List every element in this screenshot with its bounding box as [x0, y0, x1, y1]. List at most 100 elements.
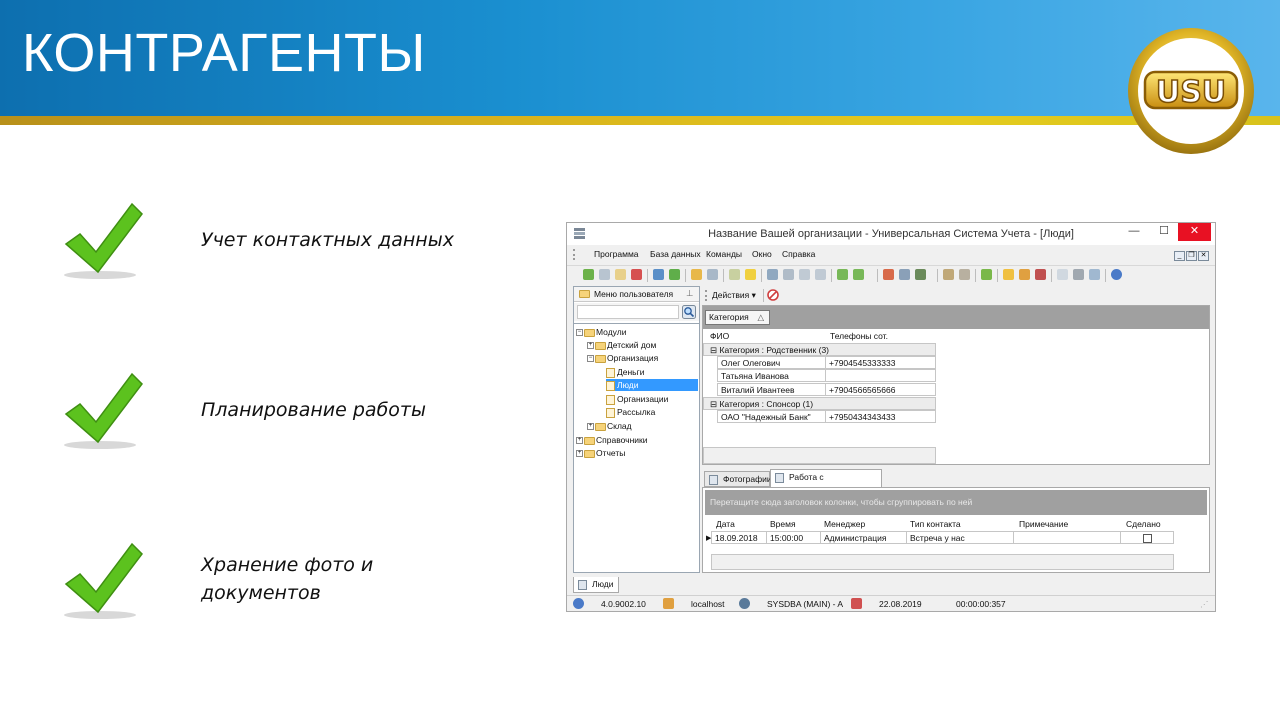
window-icon[interactable]	[883, 269, 894, 280]
menu-program[interactable]: Программа	[594, 249, 639, 259]
grid-footer	[703, 447, 936, 464]
tree-node-people[interactable]: Люди	[606, 379, 698, 391]
pin-icon[interactable]: ⊥	[686, 288, 693, 299]
send-icon[interactable]	[1089, 269, 1100, 280]
tab-photos[interactable]: Фотографии	[704, 471, 772, 487]
add-icon[interactable]	[583, 269, 594, 280]
grid-cell-name[interactable]: Олег Олегович	[717, 356, 826, 369]
tools-icon[interactable]	[915, 269, 926, 280]
note-icon[interactable]	[745, 269, 756, 280]
grid-cell-name[interactable]: ОАО "Надежный Банк"	[717, 410, 826, 423]
column-header-contact-type[interactable]: Тип контакта	[907, 518, 961, 531]
minimize-button[interactable]: —	[1120, 223, 1148, 241]
done-checkbox[interactable]	[1143, 534, 1152, 543]
wrench-icon[interactable]	[943, 269, 954, 280]
grid-cell-manager[interactable]: Администрация	[820, 531, 907, 544]
toolbar-grip	[705, 290, 708, 301]
grid-cell-time[interactable]: 15:00:00	[766, 531, 821, 544]
expand-icon[interactable]	[815, 269, 826, 280]
info-icon[interactable]	[1111, 269, 1122, 280]
delete-icon[interactable]	[631, 269, 642, 280]
resize-grip-icon[interactable]: ⋰	[1200, 598, 1209, 610]
menu-window[interactable]: Окно	[752, 249, 772, 259]
column-header-note[interactable]: Примечание	[1016, 518, 1068, 531]
tree-search-input[interactable]	[577, 305, 679, 319]
toolbar-separator	[877, 269, 878, 282]
tree-node-organization[interactable]: − Организация	[587, 352, 658, 364]
settings-icon[interactable]	[959, 269, 970, 280]
column-header-date[interactable]: Дата	[713, 518, 735, 531]
grid-cell-phone[interactable]	[825, 369, 936, 382]
users-icon[interactable]	[1019, 269, 1030, 280]
column-header-manager[interactable]: Менеджер	[821, 518, 865, 531]
menu-help[interactable]: Справка	[782, 249, 815, 259]
grid-cell-phone[interactable]: +7904545333333	[825, 356, 936, 369]
expand-icon[interactable]: +	[587, 342, 594, 350]
tree-node-reports[interactable]: + Отчеты	[576, 447, 625, 459]
collapse-icon[interactable]: ⊟	[710, 345, 717, 355]
status-host: localhost	[691, 599, 725, 609]
copy-icon[interactable]	[599, 269, 610, 280]
tree-node-organizations[interactable]: Организации	[606, 393, 668, 405]
grid-cell-note[interactable]	[1013, 531, 1121, 544]
mdi-close-button[interactable]: ✕	[1198, 251, 1209, 261]
search-icon[interactable]	[653, 269, 664, 280]
grid-cell-phone[interactable]: +7950434343433	[825, 410, 936, 423]
insert-icon[interactable]	[729, 269, 740, 280]
report-dropdown-icon[interactable]	[853, 269, 864, 280]
mdi-restore-button[interactable]: ❐	[1186, 251, 1197, 261]
group-row-sponsor[interactable]: ⊟ Категория : Спонсор (1)	[703, 397, 936, 410]
tab-work-with-contractor[interactable]: Работа с контрагентом	[770, 469, 882, 497]
expand-icon[interactable]: +	[576, 450, 583, 458]
cancel-icon[interactable]	[767, 289, 779, 301]
filter-settings-icon[interactable]	[707, 269, 718, 280]
toolbar-separator	[997, 269, 998, 282]
tree-node-modules[interactable]: − Модули	[576, 326, 626, 338]
calendar-icon[interactable]	[1057, 269, 1068, 280]
grid-cell-phone[interactable]: +7904566565666	[825, 383, 936, 396]
collapse-icon[interactable]: −	[576, 329, 583, 337]
grid-cell-contact-type[interactable]: Встреча у нас	[906, 531, 1014, 544]
maximize-button[interactable]: ☐	[1150, 223, 1178, 241]
grid-cell-name[interactable]: Виталий Ивантеев	[717, 383, 826, 396]
export-icon[interactable]	[767, 269, 778, 280]
column-header-time[interactable]: Время	[767, 518, 796, 531]
mdi-minimize-button[interactable]: _	[1174, 251, 1185, 261]
close-button[interactable]: ✕	[1178, 223, 1211, 241]
tree-node-warehouse[interactable]: + Склад	[587, 420, 632, 432]
grid-cell-date[interactable]: 18.09.2018	[711, 531, 767, 544]
menu-commands[interactable]: Команды	[706, 249, 742, 259]
check-box-icon[interactable]	[981, 269, 992, 280]
grid-cell-name[interactable]: Татьяна Иванова	[717, 369, 826, 382]
grid-icon[interactable]	[783, 269, 794, 280]
expand-icon[interactable]: +	[576, 437, 583, 445]
tab-people[interactable]: Люди	[573, 577, 619, 593]
window-list-icon[interactable]	[899, 269, 910, 280]
edit-icon[interactable]	[615, 269, 626, 280]
menu-grip	[573, 249, 576, 260]
refresh-icon[interactable]	[669, 269, 680, 280]
exit-icon[interactable]	[1035, 269, 1046, 280]
tree-node-label: Деньги	[617, 367, 645, 377]
column-header-fio[interactable]: ФИО	[707, 330, 822, 343]
tree-node-mailing[interactable]: Рассылка	[606, 406, 655, 418]
tree-node-money[interactable]: Деньги	[606, 366, 644, 378]
tree-node-references[interactable]: + Справочники	[576, 434, 648, 446]
search-icon[interactable]	[682, 305, 696, 319]
collapse-icon[interactable]: ⊟	[710, 399, 717, 409]
collapse-icon[interactable]	[799, 269, 810, 280]
column-header-phone[interactable]: Телефоны сот.	[827, 330, 937, 343]
tree-node-orphanage[interactable]: + Детский дом	[587, 339, 656, 351]
menu-database[interactable]: База данных	[650, 249, 701, 259]
print-icon[interactable]	[1073, 269, 1084, 280]
filter-icon[interactable]	[691, 269, 702, 280]
grid-cell-done[interactable]	[1120, 531, 1174, 544]
group-row-relative[interactable]: ⊟ Категория : Родственник (3)	[703, 343, 936, 356]
report-icon[interactable]	[837, 269, 848, 280]
group-chip-category[interactable]: Категория △	[705, 310, 770, 325]
collapse-icon[interactable]: −	[587, 355, 594, 363]
column-header-done[interactable]: Сделано	[1123, 518, 1161, 531]
actions-dropdown[interactable]: Действия ▾	[712, 290, 756, 301]
lock-icon[interactable]	[1003, 269, 1014, 280]
expand-icon[interactable]: +	[587, 423, 594, 431]
